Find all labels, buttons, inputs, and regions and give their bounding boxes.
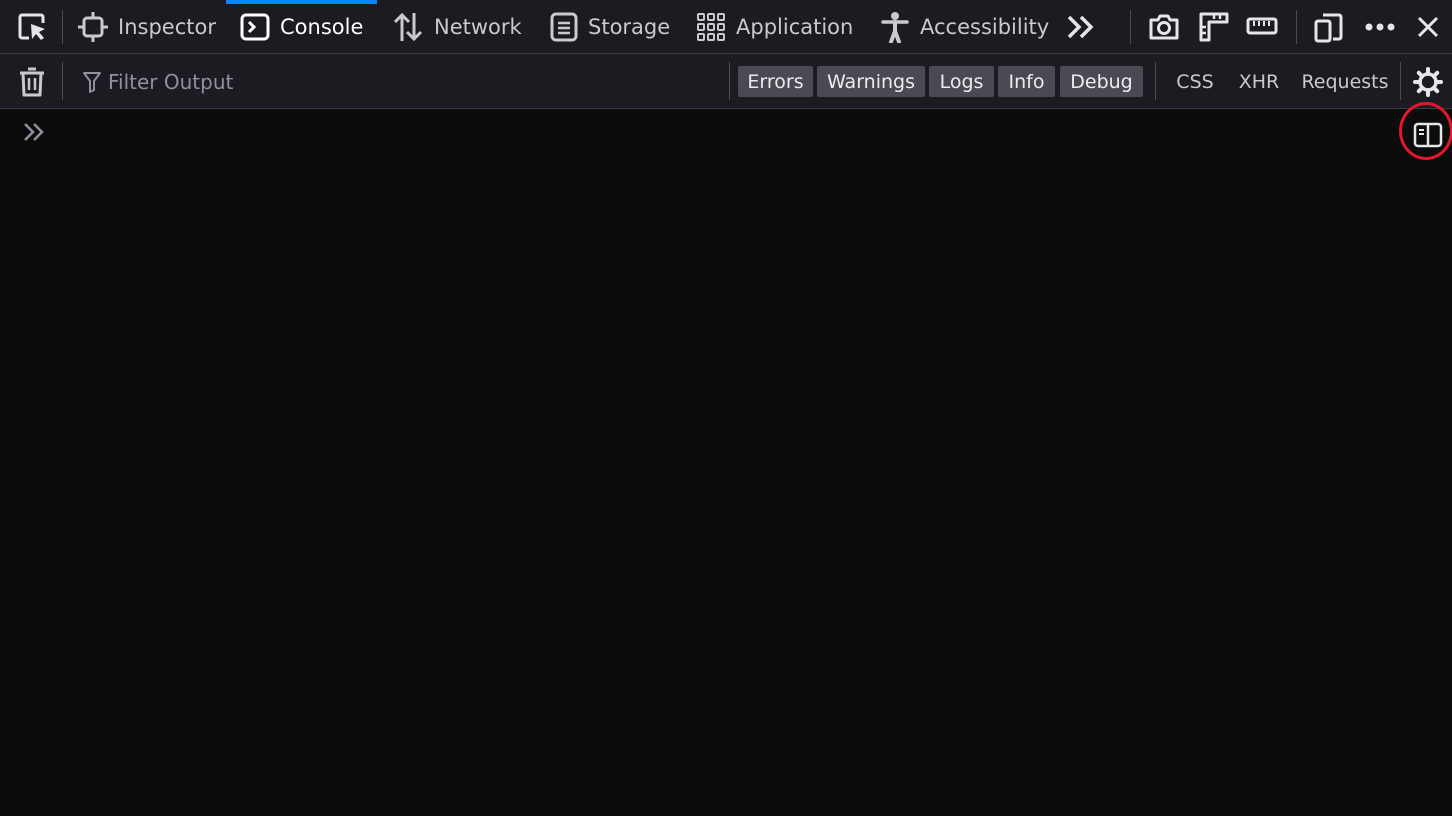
- tab-network[interactable]: Network: [378, 0, 536, 54]
- console-settings-button[interactable]: [1406, 54, 1450, 109]
- tab-label-accessibility: Accessibility: [920, 15, 1050, 39]
- console-toolbar: Errors Warnings Logs Info Debug CSS XHR …: [0, 54, 1452, 109]
- storage-icon: [550, 12, 578, 42]
- console-icon: [240, 12, 270, 42]
- filter-errors-button[interactable]: Errors: [738, 66, 813, 97]
- console-output-area[interactable]: [0, 109, 1452, 816]
- more-options-button[interactable]: [1358, 0, 1402, 54]
- close-devtools-button[interactable]: [1406, 0, 1450, 54]
- filter-debug-button[interactable]: Debug: [1060, 66, 1143, 97]
- ruler-corner-icon: [1199, 12, 1229, 42]
- toggle-sidebar-button[interactable]: [1410, 117, 1446, 153]
- filter-output-input[interactable]: [78, 64, 718, 99]
- gear-icon: [1413, 66, 1443, 97]
- clear-console-button[interactable]: [10, 54, 54, 109]
- tab-label-inspector: Inspector: [118, 15, 216, 39]
- tab-application[interactable]: Application: [682, 0, 867, 54]
- filter-warnings-button[interactable]: Warnings: [817, 66, 925, 97]
- tab-label-application: Application: [736, 15, 854, 39]
- toolbar-separator: [1400, 62, 1401, 100]
- tabbar-separator: [62, 10, 63, 44]
- filter-info-button[interactable]: Info: [998, 66, 1055, 97]
- network-arrows-icon: [392, 11, 424, 43]
- tab-storage[interactable]: Storage: [536, 0, 684, 54]
- grid-icon: [696, 12, 726, 42]
- screenshot-button[interactable]: [1142, 0, 1186, 54]
- element-picker-icon: [18, 13, 45, 40]
- rulers-button[interactable]: [1192, 0, 1236, 54]
- devtools-tabbar: Inspector Console Network Storage Applic…: [0, 0, 1452, 54]
- sidebar-panel-icon: [1413, 122, 1443, 148]
- tab-label-network: Network: [434, 15, 522, 39]
- filter-css-button[interactable]: CSS: [1168, 66, 1222, 97]
- element-picker-button[interactable]: [10, 0, 54, 54]
- tabbar-separator: [1296, 10, 1297, 44]
- inspector-icon: [78, 12, 108, 42]
- tabbar-separator: [1130, 10, 1131, 44]
- close-icon: [1417, 16, 1439, 38]
- console-prompt-icon: [24, 123, 44, 141]
- tab-accessibility[interactable]: Accessibility: [866, 0, 1063, 54]
- toolbar-separator: [729, 62, 730, 100]
- responsive-design-button[interactable]: [1306, 0, 1350, 54]
- ruler-icon: [1246, 17, 1278, 35]
- accessibility-icon: [880, 11, 910, 43]
- devtools-window: Inspector Console Network Storage Applic…: [0, 0, 1452, 816]
- tab-label-console: Console: [280, 15, 364, 39]
- toolbar-separator: [62, 62, 63, 100]
- double-chevron-right-icon: [1067, 15, 1094, 39]
- tab-label-storage: Storage: [588, 15, 671, 39]
- filter-xhr-button[interactable]: XHR: [1232, 66, 1286, 97]
- filter-requests-button[interactable]: Requests: [1298, 66, 1392, 97]
- selected-tab-indicator: [226, 0, 377, 4]
- more-tools-button[interactable]: [1058, 0, 1102, 54]
- responsive-devices-icon: [1314, 13, 1343, 43]
- filter-logs-button[interactable]: Logs: [929, 66, 994, 97]
- toolbar-separator: [1155, 62, 1156, 100]
- tab-console[interactable]: Console: [226, 0, 377, 54]
- ellipsis-icon: [1365, 23, 1395, 31]
- trash-icon: [20, 67, 44, 96]
- camera-icon: [1149, 14, 1179, 40]
- tab-inspector[interactable]: Inspector: [64, 0, 230, 54]
- measure-button[interactable]: [1240, 0, 1284, 54]
